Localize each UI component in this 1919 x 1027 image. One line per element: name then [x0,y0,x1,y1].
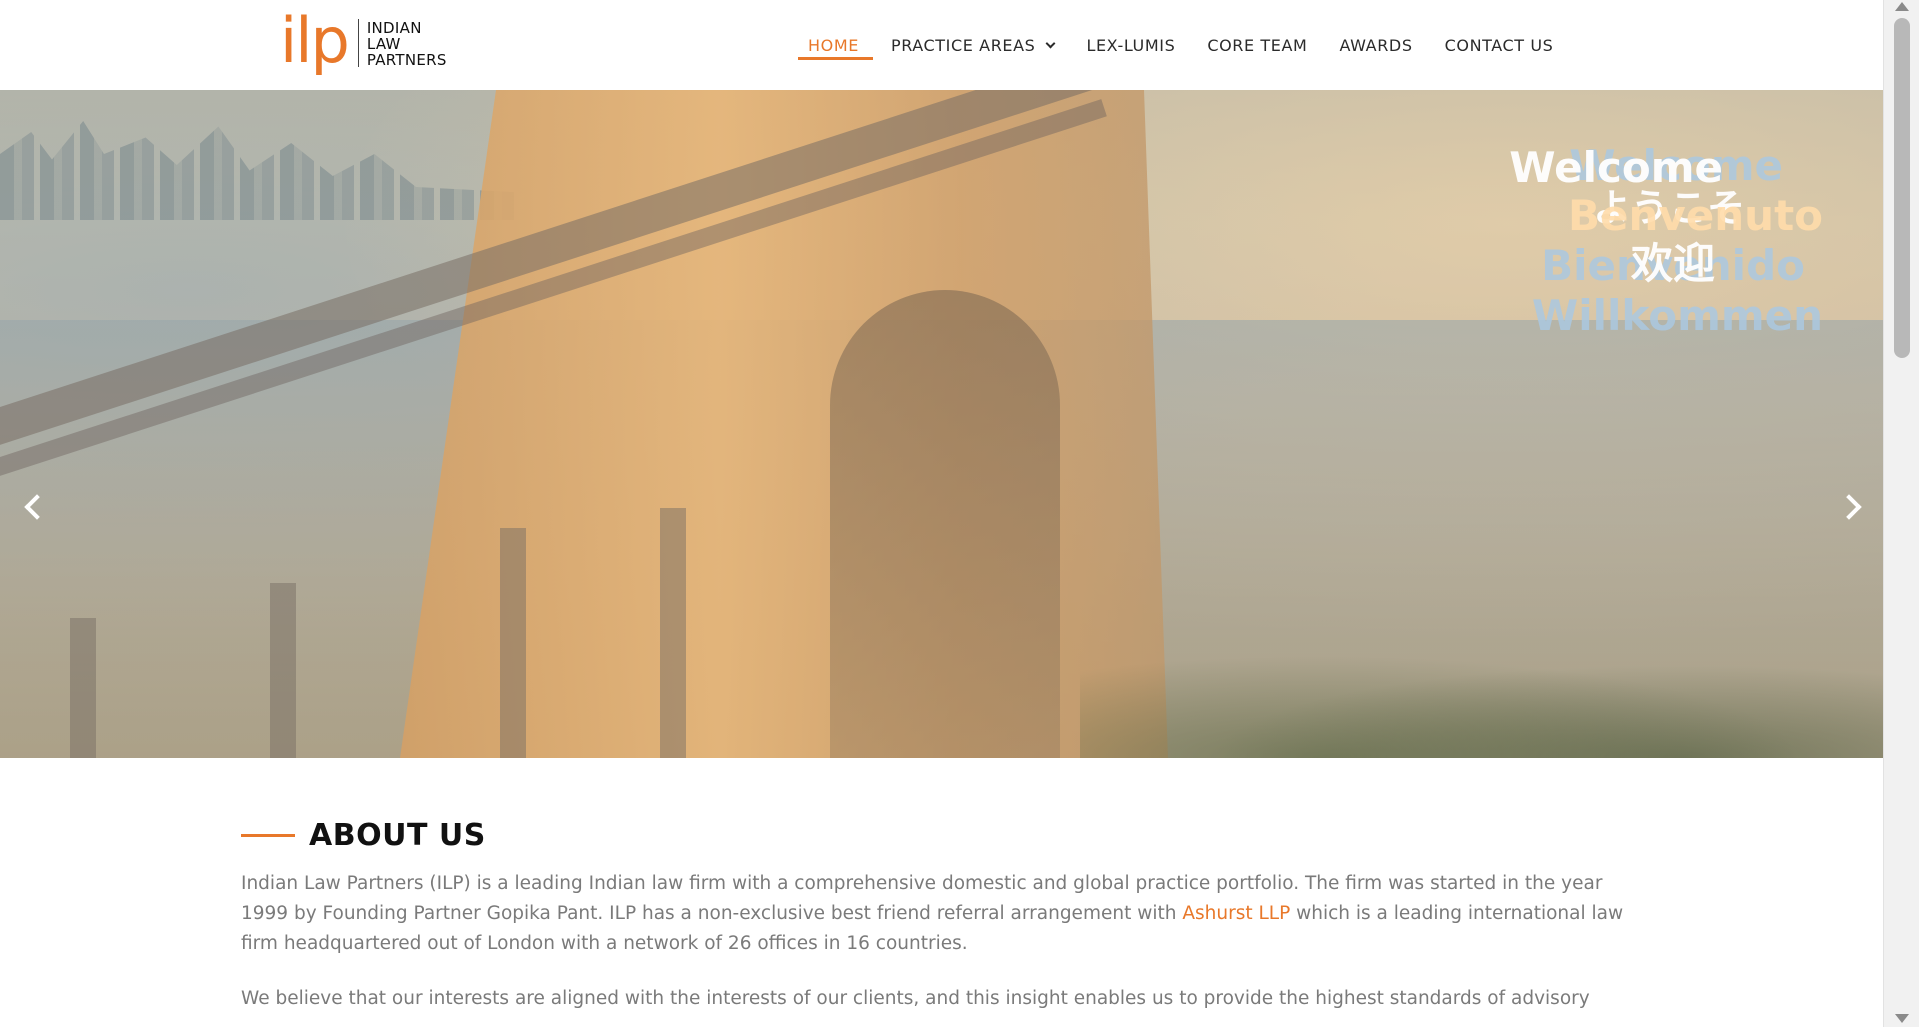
about-heading: ABOUT US [241,818,1643,853]
nav-item-contact-us[interactable]: CONTACT US [1429,0,1570,90]
nav-item-core-team[interactable]: CORE TEAM [1191,0,1323,90]
welcome-text: Benvenuto [1568,191,1823,240]
about-paragraph: We believe that our interests are aligne… [241,988,1590,1009]
nav-item-home[interactable]: HOME [792,0,875,90]
nav-item-practice-areas[interactable]: PRACTICE AREAS [875,0,1071,90]
main-nav: HOME PRACTICE AREAS LEX-LUMIS CORE TEAM … [792,0,1569,90]
scroll-down-arrow-icon[interactable] [1895,1014,1909,1023]
logo-word: PARTNERS [366,51,447,69]
logo-word: LAW [366,35,401,53]
nav-item-lex-lumis[interactable]: LEX-LUMIS [1070,0,1191,90]
ashurst-link[interactable]: Ashurst LLP [1182,903,1290,924]
welcome-text: 欢迎 [1630,239,1715,288]
bridge-pillar [270,583,296,758]
logo-mark: ilp [280,4,350,77]
logo-word: INDIAN [366,19,422,37]
vertical-scrollbar[interactable] [1883,0,1919,1027]
hero-slider: Welcome Welcome ようこそ Benvenuto Bienvenid… [0,90,1883,758]
nav-item-label: PRACTICE AREAS [890,35,1036,55]
chevron-down-icon [1046,38,1056,48]
section-title: ABOUT US [309,818,486,853]
welcome-text-stack: Welcome Welcome ようこそ Benvenuto Bienvenid… [1443,145,1823,365]
scroll-thumb[interactable] [1894,18,1910,358]
hero-trees [1080,638,1883,758]
welcome-text: Welcome [1509,143,1723,192]
site-header: ilp INDIAN LAW PARTNERS HOME PRACTICE AR… [0,0,1883,90]
about-paragraph: Indian Law Partners (ILP) is a leading I… [241,869,1643,959]
hero-monument-arch [830,290,1060,758]
bridge-pillar [500,528,526,758]
nav-item-awards[interactable]: AWARDS [1323,0,1428,90]
bridge-pillar [660,508,686,758]
slider-next-button[interactable] [1836,490,1872,524]
chevron-left-icon [24,494,50,520]
about-section: ABOUT US Indian Law Partners (ILP) is a … [241,818,1643,1014]
welcome-text: Willkommen [1531,291,1823,340]
logo-divider [357,19,359,67]
slider-prev-button[interactable] [18,490,52,524]
bridge-pillar [70,618,96,758]
heading-accent-rule [241,834,295,837]
logo-wordmark: INDIAN LAW PARTNERS [367,20,447,68]
chevron-right-icon [1836,494,1862,520]
scroll-up-arrow-icon[interactable] [1895,2,1909,11]
site-logo[interactable]: ilp INDIAN LAW PARTNERS [280,10,447,72]
